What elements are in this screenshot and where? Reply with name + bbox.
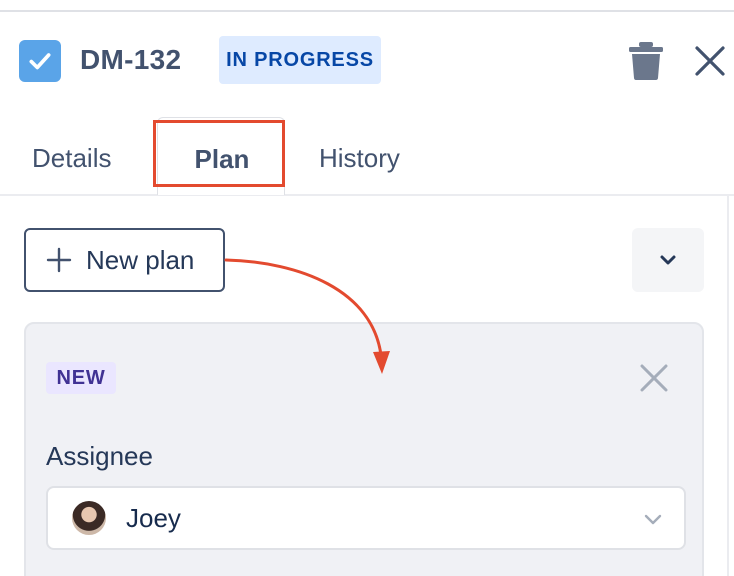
chevron-down-icon: [660, 255, 676, 265]
assignee-select[interactable]: Joey: [46, 486, 686, 550]
new-plan-label: New plan: [86, 244, 195, 275]
issue-header: DM-132 IN PROGRESS: [0, 36, 734, 86]
collapse-button[interactable]: [632, 228, 704, 292]
new-plan-button[interactable]: New plan: [24, 228, 225, 292]
tab-details[interactable]: Details: [32, 136, 111, 180]
plus-icon: [46, 247, 72, 273]
top-divider: [0, 10, 734, 12]
status-badge[interactable]: IN PROGRESS: [219, 36, 381, 84]
tab-bar: Details Plan History: [0, 117, 734, 196]
assignee-value: Joey: [126, 502, 181, 533]
issue-key[interactable]: DM-132: [80, 44, 181, 76]
tab-plan-label: Plan: [194, 143, 250, 174]
checkbox-icon[interactable]: [19, 40, 61, 82]
tab-divider: [0, 194, 734, 196]
chevron-down-icon: [644, 514, 662, 525]
tab-history[interactable]: History: [319, 136, 400, 180]
issue-panel: DM-132 IN PROGRESS Details Plan History …: [0, 0, 734, 576]
assignee-label: Assignee: [46, 441, 153, 471]
avatar: [72, 501, 106, 535]
tab-plan[interactable]: Plan: [157, 117, 285, 195]
panel-edge: [727, 196, 729, 576]
trash-icon[interactable]: [627, 41, 665, 81]
plan-card: NEW Assignee Joey: [24, 322, 704, 576]
close-icon[interactable]: [692, 43, 728, 79]
new-badge: NEW: [46, 362, 116, 394]
close-icon[interactable]: [636, 360, 672, 396]
